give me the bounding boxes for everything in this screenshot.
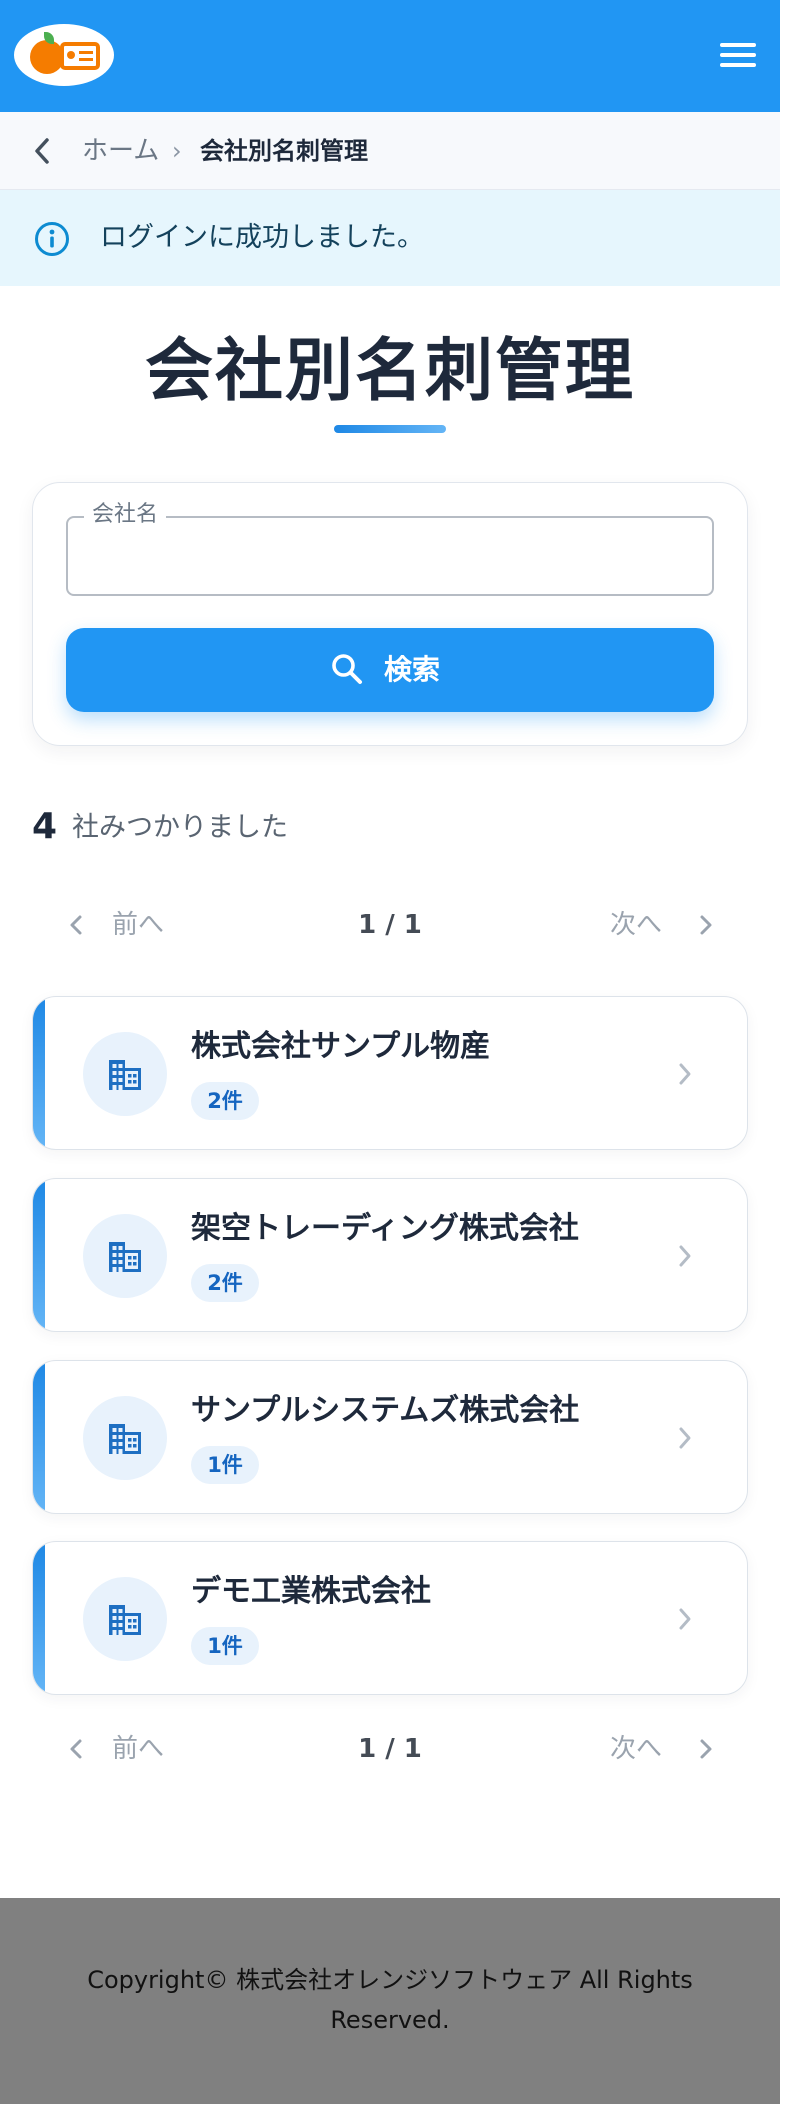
pagination-bottom: 前へ 1 / 1 次へ: [0, 1724, 780, 1774]
company-card[interactable]: デモ工業株式会社 1件: [32, 1541, 748, 1695]
pagination-top: 前へ 1 / 1 次へ: [0, 900, 780, 950]
page: ホーム › 会社別名刺管理 ログインに成功しました。 会社別名刺管理 会社名 検…: [0, 0, 780, 2104]
alert-message: ログインに成功しました。: [100, 222, 424, 253]
search-icon: [330, 652, 364, 686]
success-alert: ログインに成功しました。: [0, 190, 780, 286]
chevron-left-icon[interactable]: [30, 136, 54, 166]
next-page-button[interactable]: 次へ: [608, 1724, 718, 1774]
title-underline: [334, 425, 446, 433]
next-page-label: 次へ: [610, 910, 663, 940]
breadcrumb-current: 会社別名刺管理: [200, 137, 368, 165]
company-avatar: [83, 1032, 167, 1116]
building-icon: [109, 1424, 141, 1454]
company-name-input[interactable]: [88, 536, 688, 578]
app-header: [0, 0, 780, 112]
card-accent-bar: [33, 1361, 45, 1513]
company-name-label: 会社名: [84, 500, 167, 530]
card-accent-bar: [33, 1542, 45, 1694]
business-card-icon: [60, 42, 100, 70]
chevron-right-icon: [700, 915, 712, 935]
card-count-badge: 1件: [191, 1446, 259, 1484]
company-avatar: [83, 1577, 167, 1661]
search-button[interactable]: 検索: [66, 628, 714, 712]
card-count-badge: 1件: [191, 1627, 259, 1665]
copyright-text: Copyright© 株式会社オレンジソフトウェア All Rights Res…: [87, 1966, 693, 2034]
chevron-right-icon: [679, 1245, 691, 1267]
next-page-button[interactable]: 次へ: [608, 900, 718, 950]
company-card[interactable]: 株式会社サンプル物産 2件: [32, 996, 748, 1150]
building-icon: [109, 1242, 141, 1272]
card-count-badge: 2件: [191, 1082, 259, 1120]
info-icon: [34, 221, 70, 257]
building-icon: [109, 1060, 141, 1090]
breadcrumb-home-link[interactable]: ホーム: [82, 134, 159, 168]
chevron-right-icon: [700, 1739, 712, 1759]
card-accent-bar: [33, 997, 45, 1149]
card-count-badge: 2件: [191, 1264, 259, 1302]
company-card[interactable]: 架空トレーディング株式会社 2件: [32, 1178, 748, 1332]
company-name: サンプルシステムズ株式会社: [191, 1393, 580, 1428]
company-name: デモ工業株式会社: [191, 1574, 431, 1609]
page-title: 会社別名刺管理: [144, 332, 635, 411]
card-accent-bar: [33, 1179, 45, 1331]
company-avatar: [83, 1214, 167, 1298]
breadcrumb: ホーム › 会社別名刺管理: [0, 112, 780, 190]
company-name: 架空トレーディング株式会社: [191, 1211, 579, 1246]
next-page-label: 次へ: [610, 1734, 663, 1764]
app-logo[interactable]: [14, 24, 114, 86]
result-count-text: 社みつかりました: [72, 812, 288, 843]
breadcrumb-separator: ›: [172, 137, 182, 165]
hamburger-menu-icon[interactable]: [720, 40, 756, 70]
chevron-right-icon: [679, 1427, 691, 1449]
search-button-label: 検索: [384, 653, 441, 686]
company-card[interactable]: サンプルシステムズ株式会社 1件: [32, 1360, 748, 1514]
footer: Copyright© 株式会社オレンジソフトウェア All Rights Res…: [0, 1898, 780, 2104]
building-icon: [109, 1605, 141, 1635]
company-name: 株式会社サンプル物産: [191, 1029, 491, 1064]
chevron-right-icon: [679, 1063, 691, 1085]
orange-icon: [30, 40, 64, 74]
company-avatar: [83, 1396, 167, 1480]
chevron-right-icon: [679, 1608, 691, 1630]
result-count: 4: [32, 806, 58, 847]
